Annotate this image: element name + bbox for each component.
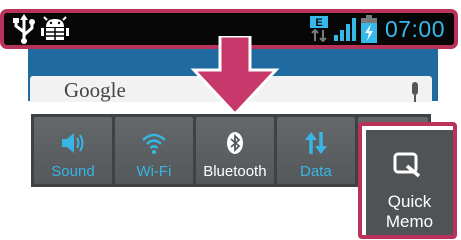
quick-memo-button[interactable]: Quick Memo <box>358 122 457 239</box>
android-debug-icon <box>41 16 69 40</box>
battery-charging-icon <box>360 15 377 43</box>
status-time: 07:00 <box>384 15 445 42</box>
wifi-icon <box>142 133 166 154</box>
down-arrow-icon <box>190 36 280 116</box>
google-search-label: Google <box>64 78 126 102</box>
quick-setting-label: Wi-Fi <box>136 163 172 180</box>
quick-memo-panel: Quick Memo <box>366 130 453 235</box>
signal-icon <box>333 18 356 41</box>
network-type-label: E <box>315 17 322 29</box>
data-arrows-icon <box>304 132 327 154</box>
data-transfer-icon: E <box>309 16 328 42</box>
quick-setting-label: Data <box>299 163 332 180</box>
quick-memo-line2: Memo <box>385 212 434 231</box>
microphone-icon[interactable] <box>410 82 420 102</box>
usb-icon <box>13 14 35 44</box>
bluetooth-icon <box>226 132 243 154</box>
quick-memo-label: Quick Memo <box>366 192 453 232</box>
quick-setting-sound[interactable]: Sound <box>34 117 112 184</box>
quick-setting-label: Bluetooth <box>203 163 267 180</box>
quick-setting-bluetooth[interactable]: Bluetooth <box>195 117 274 184</box>
volume-icon <box>61 133 84 153</box>
quick-setting-label: Sound <box>51 163 95 180</box>
quick-memo-line1: Quick <box>387 192 432 211</box>
quick-setting-data[interactable]: Data <box>276 117 355 184</box>
quickmemo-icon <box>393 152 421 178</box>
quick-setting-wifi[interactable]: Wi-Fi <box>114 117 193 184</box>
